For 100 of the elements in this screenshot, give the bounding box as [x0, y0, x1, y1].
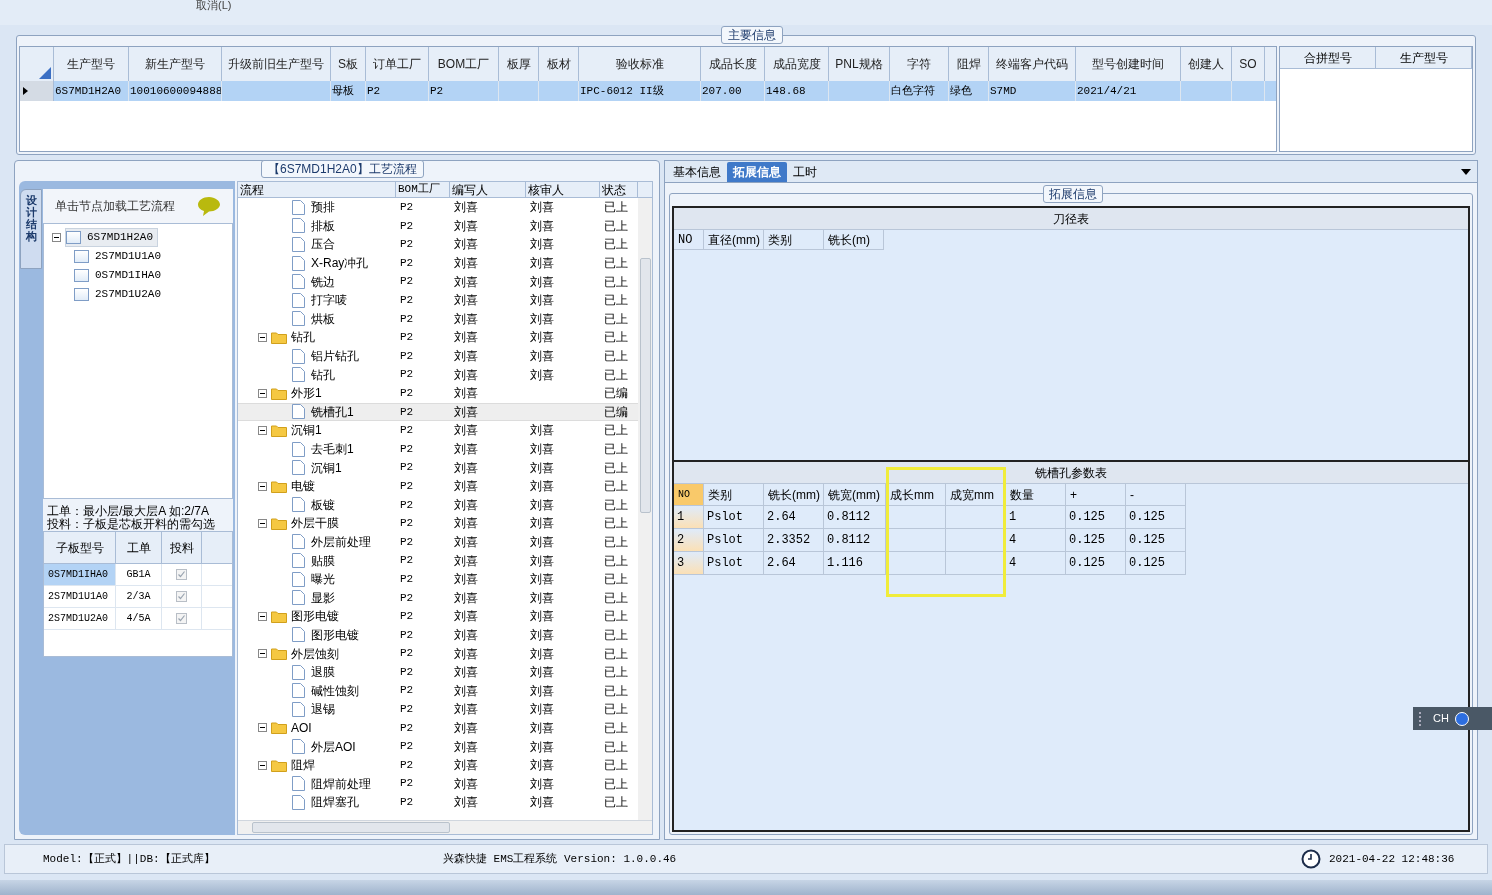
column-header[interactable]: 工单	[116, 532, 162, 563]
row-number: 1	[674, 506, 704, 529]
checkbox[interactable]	[176, 613, 187, 624]
help-icon[interactable]	[1454, 711, 1469, 726]
collapse-icon[interactable]	[258, 611, 267, 621]
tab[interactable]: 工时	[787, 162, 823, 182]
tree-item[interactable]: 0S7MD1IHA0	[74, 267, 165, 284]
tree-item[interactable]: 2S7MD1U2A0	[74, 286, 165, 303]
language-button[interactable]: CH	[1433, 710, 1449, 727]
column-header[interactable]: NO	[674, 230, 704, 250]
dropdown-arrow-icon[interactable]	[1461, 169, 1471, 175]
tree-row[interactable]: 铣边 P2 刘喜 刘喜 已上	[238, 272, 638, 291]
column-header[interactable]: 直径(mm)	[704, 230, 764, 250]
collapse-icon[interactable]	[52, 233, 61, 242]
tab[interactable]: 基本信息	[667, 162, 727, 182]
tree-item[interactable]: 2S7MD1U1A0	[74, 248, 165, 265]
table-cell: Pslot	[704, 506, 764, 529]
column-header[interactable]: 核审人	[526, 182, 600, 197]
column-header[interactable]: 生产型号	[1376, 47, 1472, 68]
tree-row[interactable]: 外层干膜 P2 刘喜 刘喜 已上	[238, 514, 638, 533]
table-cell[interactable]: 0S7MD1IHA0	[44, 564, 116, 585]
column-header[interactable]: 铣长(mm)	[764, 484, 824, 506]
table-cell[interactable]: 2S7MD1U1A0	[44, 586, 116, 607]
document-icon	[292, 441, 305, 457]
tree-row[interactable]: 图形电镀 P2 刘喜 刘喜 已上	[238, 607, 638, 626]
table-cell[interactable]: 2S7MD1U2A0	[44, 608, 116, 629]
tree-row[interactable]: 退膜 P2 刘喜 刘喜 已上	[238, 662, 638, 682]
tree-row[interactable]: 电镀 P2 刘喜 刘喜 已上	[238, 476, 638, 496]
tree-row[interactable]: 退锡 P2 刘喜 刘喜 已上	[238, 700, 638, 719]
collapse-icon[interactable]	[258, 649, 267, 659]
column-header[interactable]: 合拼型号	[1280, 47, 1376, 68]
scrollbar[interactable]	[238, 820, 652, 834]
tree-row[interactable]: 铝片钻孔 P2 刘喜 刘喜 已上	[238, 346, 638, 366]
tree-row[interactable]: 阻焊前处理 P2 刘喜 刘喜 已上	[238, 774, 638, 793]
collapse-icon[interactable]	[258, 760, 267, 770]
table-cell-text: 刘喜	[530, 273, 554, 291]
tree-row[interactable]: 显影 P2 刘喜 刘喜 已上	[238, 588, 638, 608]
tree-row[interactable]: 外层AOI P2 刘喜 刘喜 已上	[238, 737, 638, 756]
table-cell-text: 刘喜	[454, 571, 478, 589]
column-header[interactable]: 类别	[764, 230, 824, 250]
document-icon	[292, 553, 305, 569]
tree-row[interactable]: 图形电镀 P2 刘喜 刘喜 已上	[238, 625, 638, 645]
tree-row[interactable]: 外层蚀刻 P2 刘喜 刘喜 已上	[238, 644, 638, 663]
table-cell-text: 刘喜	[454, 645, 478, 663]
tree-row[interactable]: 阻焊塞孔 P2 刘喜 刘喜 已上	[238, 793, 638, 812]
column-header[interactable]: 铣宽(mm)	[824, 484, 886, 506]
column-header[interactable]: 成长mm	[886, 484, 946, 506]
tree-row[interactable]: 打字唛 P2 刘喜 刘喜 已上	[238, 290, 638, 310]
tree-row[interactable]: 去毛刺1 P2 刘喜 刘喜 已上	[238, 439, 638, 459]
document-icon	[292, 571, 305, 587]
column-header[interactable]: BOM工厂	[396, 182, 450, 197]
column-header[interactable]: 流程	[238, 182, 396, 197]
column-header[interactable]: 投料	[162, 532, 202, 563]
tree-row[interactable]: 外形1 P2 刘喜 已编	[238, 383, 638, 403]
cancel-button[interactable]: 取消(L)	[196, 0, 232, 10]
tree-item[interactable]: 6S7MD1H2A0	[65, 228, 158, 247]
tree-row[interactable]: 贴膜 P2 刘喜 刘喜 已上	[238, 551, 638, 570]
column-header[interactable]: 编写人	[450, 182, 526, 197]
tree-row[interactable]: AOI P2 刘喜 刘喜 已上	[238, 718, 638, 738]
tree-row[interactable]: 铣槽孔1 P2 刘喜 已编	[238, 402, 638, 422]
tree-row[interactable]: 沉铜1 P2 刘喜 刘喜 已上	[238, 458, 638, 477]
column-header[interactable]: 状态	[600, 182, 638, 197]
column-header[interactable]: 成宽mm	[946, 484, 1006, 506]
column-header[interactable]: 类别	[704, 484, 764, 506]
tree-item-label: 外层蚀刻	[291, 645, 339, 663]
tree-row[interactable]: 钻孔 P2 刘喜 刘喜 已上	[238, 328, 638, 347]
collapse-icon[interactable]	[258, 723, 267, 733]
column-header[interactable]: -	[1126, 484, 1186, 506]
tree-row[interactable]: 阻焊 P2 刘喜 刘喜 已上	[238, 755, 638, 775]
table-row[interactable]: 6S7MD1H2A0 10010600094888 母板 P2 P2 IPC-6012 II级 207.00 148.68 白色字符 绿色 S7MD 2021/4/21	[20, 81, 1276, 101]
column-header[interactable]: 铣长(m)	[824, 230, 884, 250]
column-header[interactable]: +	[1066, 484, 1126, 506]
column-header[interactable]: 子板型号	[44, 532, 116, 563]
tree-row[interactable]: 沉铜1 P2 刘喜 刘喜 已上	[238, 421, 638, 440]
tree-row[interactable]: 压合 P2 刘喜 刘喜 已上	[238, 235, 638, 254]
tree-row[interactable]: 排板 P2 刘喜 刘喜 已上	[238, 216, 638, 236]
tree-row[interactable]: 板镀 P2 刘喜 刘喜 已上	[238, 495, 638, 515]
tree-row[interactable]: 钻孔 P2 刘喜 刘喜 已上	[238, 365, 638, 384]
collapse-icon[interactable]	[258, 332, 267, 342]
tree-row[interactable]: 曝光 P2 刘喜 刘喜 已上	[238, 569, 638, 589]
collapse-icon[interactable]	[258, 518, 267, 528]
checkbox[interactable]	[176, 569, 187, 580]
table-cell: 0.125	[1066, 552, 1126, 575]
tab[interactable]: 拓展信息	[727, 162, 787, 182]
collapse-icon[interactable]	[258, 425, 267, 435]
table-cell-text: P2	[400, 311, 414, 327]
checkbox[interactable]	[176, 591, 187, 602]
tree-row[interactable]: 外层前处理 P2 刘喜 刘喜 已上	[238, 532, 638, 552]
collapse-icon[interactable]	[258, 388, 267, 398]
side-tab[interactable]: 设计结构	[20, 189, 42, 269]
scrollbar[interactable]	[638, 198, 652, 820]
tree-row[interactable]: 预排 P2 刘喜 刘喜 已上	[238, 198, 638, 217]
tree-row[interactable]: 碱性蚀刻 P2 刘喜 刘喜 已上	[238, 681, 638, 701]
column-header[interactable]: NO	[674, 484, 704, 506]
node-icon	[74, 288, 89, 301]
tree-row[interactable]: 烘板 P2 刘喜 刘喜 已上	[238, 309, 638, 329]
folder-icon	[271, 721, 287, 735]
collapse-icon[interactable]	[258, 481, 267, 491]
tree-row[interactable]: X-Ray冲孔 P2 刘喜 刘喜 已上	[238, 253, 638, 273]
column-header[interactable]: 数量	[1006, 484, 1066, 506]
